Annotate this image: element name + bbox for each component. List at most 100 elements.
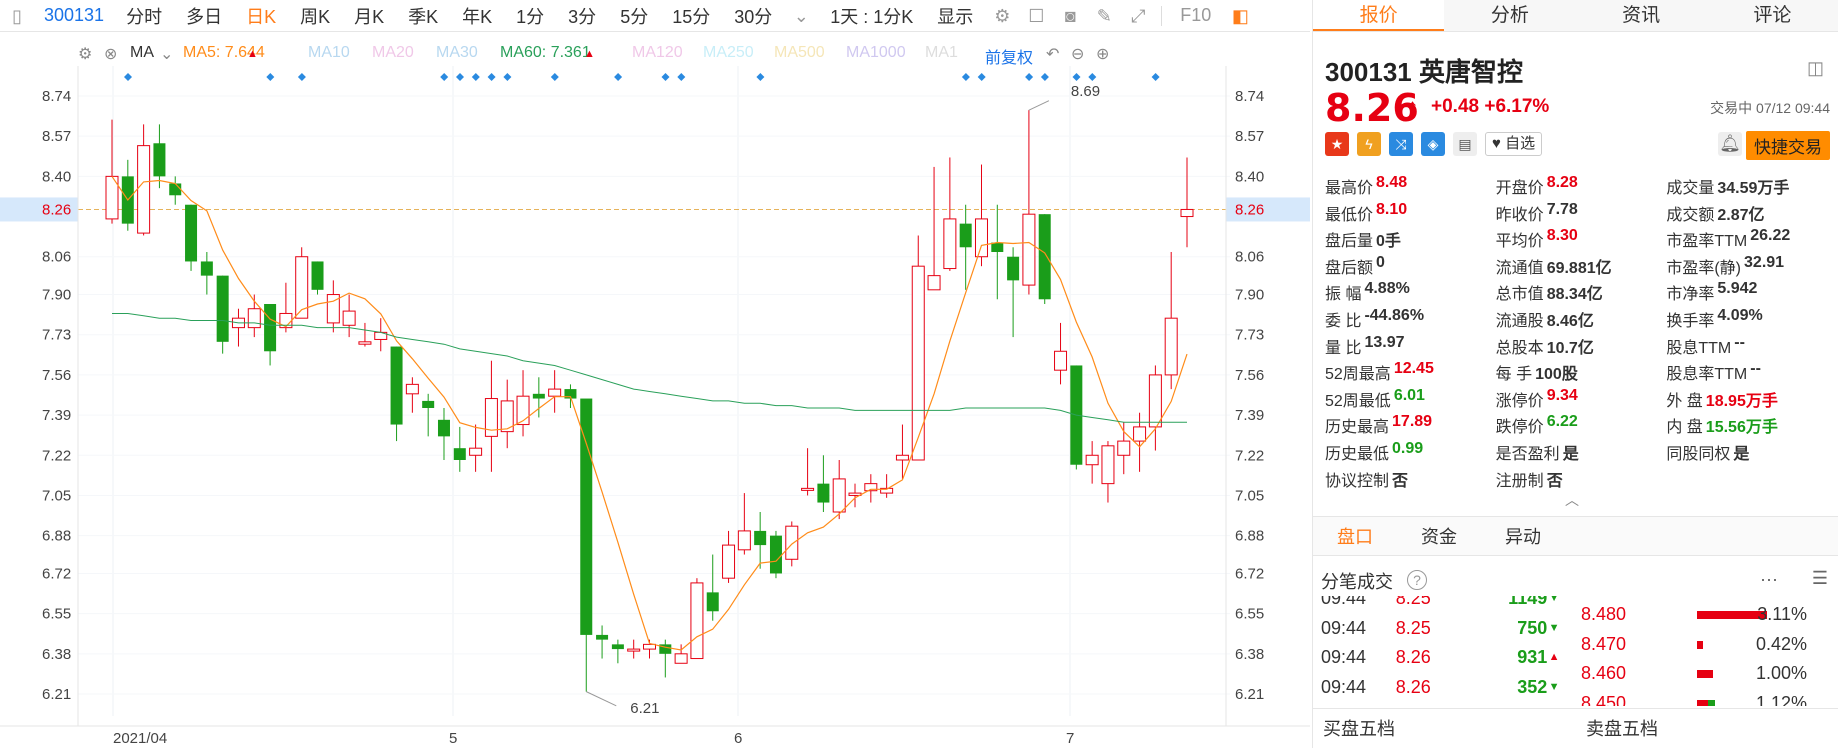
zoom-out-icon[interactable]: ⊖ [1071,44,1084,64]
tab-5min[interactable]: 5分 [608,3,660,29]
camera-icon[interactable]: ◙ [1059,5,1081,27]
pen-icon[interactable]: ✎ [1093,5,1115,27]
panel-icon[interactable]: ◫ [1807,58,1824,79]
bookmark-icon[interactable]: ▤ [1453,132,1477,156]
candle-body [785,525,799,560]
tab-niank[interactable]: 年K [450,3,504,29]
stat-value: 100股 [1535,366,1578,384]
tab-pankou[interactable]: 盘口 [1313,517,1397,555]
stat-value: 5.942 [1717,280,1758,298]
candle-body [580,398,593,635]
tab-zixun[interactable]: 资讯 [1576,0,1707,31]
event-marker [661,73,670,81]
stat-label: 股息TTM [1666,339,1732,357]
panel-toggle-icon[interactable]: ◧ [1229,5,1251,27]
ma-label[interactable]: MA [130,44,154,62]
order-book[interactable]: 8.480 3.11% 8.470 0.42% 8.460 1.00% 8.450 1.12% [1581,600,1837,706]
lightning-icon[interactable]: ϟ [1357,132,1381,156]
candle-body [943,218,957,270]
candle-body [532,393,545,399]
tab-jik[interactable]: 季K [396,3,450,29]
stat-value: 8.48 [1376,174,1408,191]
stock-code[interactable]: 300131 [34,5,114,26]
candle-body [1133,426,1147,442]
trade-row: 09:44 8.25 1149 ▼ [1321,596,1561,614]
candle-body [264,304,277,352]
tab-1min[interactable]: 1分 [504,3,556,29]
tab-fenshi[interactable]: 分时 [114,3,174,29]
book-bar [1697,670,1713,678]
tab-30min[interactable]: 30分 [722,3,784,29]
candle-body [358,341,372,345]
high-label: 8.69 [1071,83,1100,100]
stat-value: -44.86% [1364,306,1425,324]
tab-zijin[interactable]: 资金 [1397,517,1481,555]
tab-rik[interactable]: 日K [234,3,288,29]
close-icon[interactable]: ⊗ [104,44,117,64]
add-watchlist-button[interactable]: ♥ 自选 [1485,132,1543,156]
f10-button[interactable]: F10 [1168,5,1223,26]
more-icon[interactable]: ⋯ [1760,570,1778,591]
tab-duori[interactable]: 多日 [174,3,234,29]
tab-baojia[interactable]: 报价 [1313,0,1445,31]
shuffle-icon[interactable]: ⤨ [1389,132,1413,156]
list-icon[interactable]: ☰ [1812,568,1828,589]
quote-panel: 报价 分析 资讯 评论 300131 英唐智控 ◫ 8.26 ↑ +0.48 +… [1312,0,1838,748]
sidebar-toggle-icon[interactable]: ▯ [6,5,28,27]
ma1000-label: MA1000 [846,44,906,61]
stat-cell: 外 盘 18.95万手 [1666,387,1837,414]
tab-yuek[interactable]: 月K [342,3,396,29]
kline-chart[interactable]: 8.74 8.74 8.57 8.57 8.40 8.40 8.06 8.06 7.90 7.90… [0,66,1310,748]
square-icon[interactable]: ☐ [1025,5,1047,27]
zoom-in-icon[interactable]: ⊕ [1096,44,1109,64]
tab-pinglun[interactable]: 评论 [1707,0,1838,31]
chevron-down-icon[interactable]: ⌄ [790,5,812,27]
gear-icon[interactable]: ⚙ [78,44,92,64]
trade-price: 8.26 [1395,647,1431,667]
candle-body [153,143,166,177]
stat-label: 最低价 [1325,206,1374,224]
fuquan-select[interactable]: 前复权 [985,44,1033,68]
quick-trade-button[interactable]: 快捷交易 [1746,131,1830,160]
tab-yidong[interactable]: 异动 [1481,517,1565,555]
trade-time: 09:44 [1321,617,1367,638]
buy5-label[interactable]: 买盘五档 [1313,709,1576,748]
tab-3min[interactable]: 3分 [556,3,608,29]
stat-value: 6.01 [1393,386,1425,404]
ma1-label: MA1 [925,44,958,61]
stat-label: 是否盈利 [1495,445,1560,463]
tab-fenxi[interactable]: 分析 [1444,0,1575,31]
stat-cell: 历史最低 0.99 [1325,440,1496,467]
stat-label: 总市值 [1495,286,1544,304]
help-icon[interactable]: ? [1407,570,1427,590]
stat-cell: 历史最高 17.89 [1325,413,1496,440]
stat-cell: 成交额 2.87亿 [1666,201,1837,228]
candle-body [342,310,356,326]
y-tick-label: 7.39 [42,407,71,424]
trade-list[interactable]: 09:44 8.25 1149 ▼ 09:44 8.25 750 ▼ 09:44 8.26 931 ▲… [1321,596,1561,706]
tab-15min[interactable]: 15分 [660,3,722,29]
book-bar [1697,640,1703,649]
heart-icon: ♥ [1492,135,1501,152]
ma60-value: MA60: 7.361 [500,44,591,61]
chevron-down-icon[interactable]: ⌄ [160,44,173,64]
book-price: 8.460 [1581,663,1627,683]
candle-body [817,483,830,503]
gear-icon[interactable]: ⚙ [991,5,1013,27]
display-menu[interactable]: 显示 [925,3,985,29]
stats-row: 振 幅 4.88% 总市值 88.34亿 市净率 5.942 [1325,280,1837,307]
sell5-label[interactable]: 卖盘五档 [1576,709,1838,748]
stat-value: 0.99 [1392,439,1424,457]
range-select[interactable]: 1天 : 1分K [818,3,925,29]
flag-icon[interactable]: ★ [1325,132,1349,156]
candle-body [706,592,719,612]
chevron-up-icon[interactable]: ︿ [1565,490,1579,510]
tab-zhouk[interactable]: 周K [288,3,342,29]
tag-icon[interactable]: ◈ [1421,132,1445,156]
undo-icon[interactable]: ↶ [1046,44,1059,64]
candle-body [169,183,182,196]
bell-icon[interactable]: 🔔︎ [1718,132,1742,156]
expand-icon[interactable]: ⤢ [1127,5,1149,27]
last-price: 8.26 [1325,86,1419,130]
trade-price: 8.25 [1395,617,1431,638]
